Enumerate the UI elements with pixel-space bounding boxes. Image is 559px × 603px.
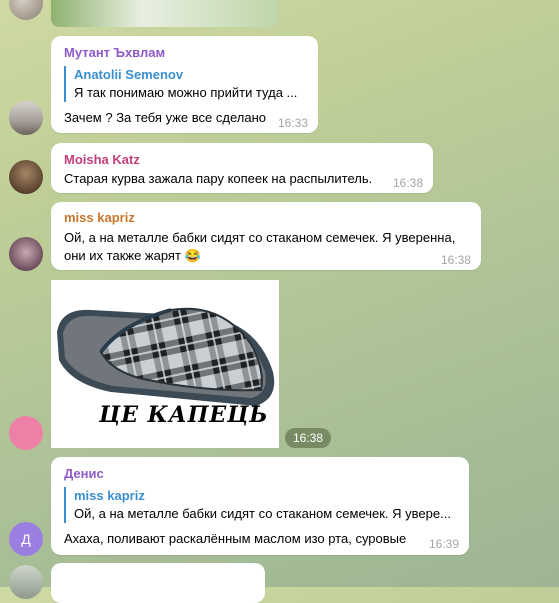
avatar-moisha[interactable] (9, 160, 43, 194)
reply-text: Я так понимаю можно прийти туда ... (74, 85, 298, 100)
message-text: Ахаха, поливают раскалённым маслом изо р… (64, 531, 407, 546)
reply-text: Ой, а на металле бабки сидят со стаканом… (74, 506, 451, 521)
message-bubble-miss-kapriz[interactable]: miss kapriz Ой, а на металле бабки сидят… (51, 202, 481, 270)
top-image-partial[interactable] (51, 0, 279, 27)
message-text-line2: они их также жарят 😂 (64, 248, 201, 263)
image-message[interactable]: ЦЕ КАПЕЦЬ (51, 280, 279, 448)
message-bubble-moisha[interactable]: Moisha Katz Старая курва зажала пару коп… (51, 143, 433, 193)
avatar-bottom[interactable] (9, 565, 43, 599)
message-bubble-mutant[interactable]: Мутант Ъхвлам Anatolii Semenov Я так пон… (51, 36, 318, 133)
message-time: 16:38 (440, 253, 471, 267)
message-bubble-denis[interactable]: Денис miss kapriz Ой, а на металле бабки… (51, 457, 469, 555)
avatar-letter: Д (21, 531, 31, 547)
sender-name[interactable]: Мутант Ъхвлам (64, 45, 165, 60)
avatar-top[interactable] (9, 0, 43, 20)
message-time: 16:38 (392, 176, 423, 190)
sender-name[interactable]: miss kapriz (64, 210, 135, 225)
avatar-denis[interactable]: Д (9, 522, 43, 556)
sender-name[interactable]: Moisha Katz (64, 152, 140, 167)
reply-author: Anatolii Semenov (74, 67, 184, 82)
avatar-image-sender[interactable] (9, 416, 43, 450)
reply-quote[interactable]: Anatolii Semenov Я так понимаю можно при… (64, 66, 312, 102)
sender-name[interactable]: Денис (64, 466, 104, 481)
image-caption: ЦЕ КАПЕЦЬ (99, 402, 269, 428)
message-bubble-partial-bottom[interactable] (51, 563, 265, 603)
image-time-badge: 16:38 (285, 428, 331, 448)
reply-quote[interactable]: miss kapriz Ой, а на металле бабки сидят… (64, 487, 462, 523)
reply-author: miss kapriz (74, 488, 145, 503)
message-time: 16:33 (277, 116, 308, 130)
message-text-line1: Ой, а на металле бабки сидят со стаканом… (64, 230, 456, 245)
message-time: 16:39 (428, 537, 459, 551)
avatar-miss-kapriz[interactable] (9, 237, 43, 271)
avatar-mutant[interactable] (9, 101, 43, 135)
message-text: Старая курва зажала пару копеек на распы… (64, 171, 373, 186)
message-text: Зачем ? За тебя уже все сделано (64, 110, 266, 125)
